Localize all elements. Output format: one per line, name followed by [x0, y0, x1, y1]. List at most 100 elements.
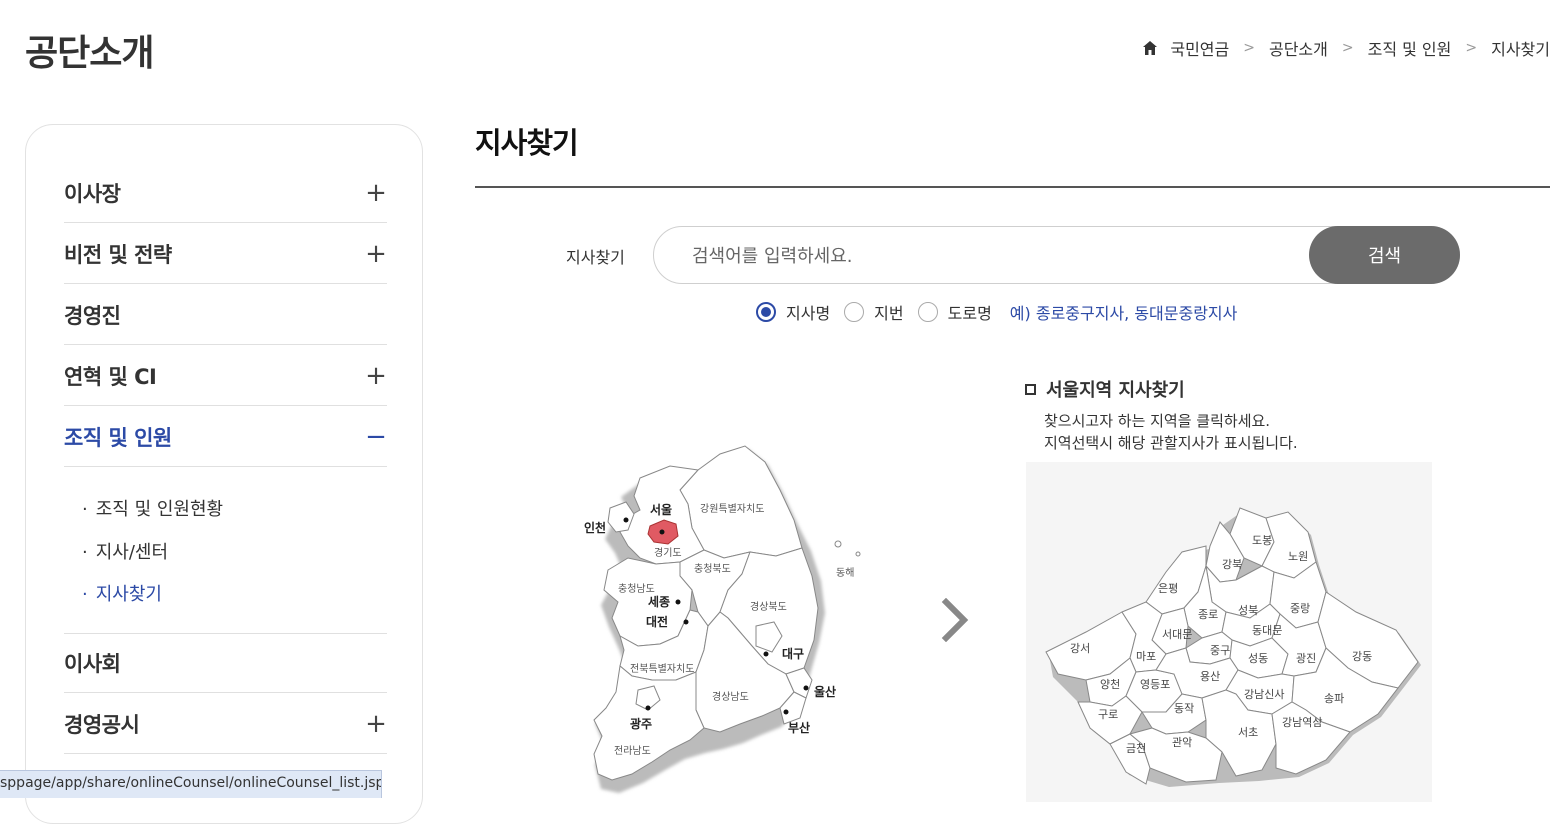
seoul-label-jung: 중구: [1210, 644, 1230, 657]
sidebar-item-disclosure[interactable]: 경영공시 +: [64, 694, 387, 754]
map-label-gyeongnam: 경상남도: [712, 690, 749, 703]
sidebar-item-label: 이사회: [64, 652, 121, 676]
square-bullet-icon: [1025, 383, 1036, 395]
search-input[interactable]: [690, 227, 1294, 285]
breadcrumb-item-home[interactable]: 국민연금: [1170, 36, 1229, 60]
search-button[interactable]: 검색: [1309, 226, 1460, 284]
sidebar-item-label: 경영공시: [64, 712, 140, 737]
breadcrumb-item-organization[interactable]: 조직 및 인원: [1368, 36, 1452, 60]
sidebar-item-label: 비전 및 전략: [64, 242, 172, 267]
sidebar-item-organization[interactable]: 조직 및 인원 −: [64, 407, 387, 467]
seoul-label-gangnamyeok: 강남역삼: [1282, 716, 1322, 729]
seoul-label-geumcheon: 금천: [1126, 741, 1146, 755]
map-label-chungnam: 충청남도: [618, 583, 655, 595]
bullet-icon: ·: [82, 499, 88, 520]
radio-lot-number[interactable]: 지번: [844, 300, 904, 324]
sidebar-subitem-label: 조직 및 인원현황: [95, 499, 224, 520]
map-label-gwangju: 광주: [630, 716, 652, 731]
search-box: 검색: [653, 226, 1460, 285]
seoul-desc-line: 찾으시고자 하는 지역을 클릭하세요.: [1044, 412, 1271, 430]
sidebar-item-label: 조직 및 인원: [64, 425, 172, 450]
seoul-label-dobong: 도봉: [1252, 534, 1272, 547]
radio-label: 지번: [874, 304, 904, 323]
seoul-label-mapo: 마포: [1136, 650, 1156, 663]
sidebar-subitem-branch[interactable]: · 지사/센터: [82, 538, 168, 564]
minus-icon[interactable]: −: [365, 424, 387, 450]
seoul-label-guro: 구로: [1098, 708, 1118, 721]
map-label-donghae: 동해: [836, 566, 854, 579]
radio-label: 지사명: [786, 304, 831, 323]
seoul-label-jongno: 종로: [1198, 608, 1218, 621]
seoul-label-gwanak: 관악: [1172, 736, 1192, 749]
radio-branch-name[interactable]: 지사명: [756, 300, 830, 324]
seoul-map-panel: 도봉 노원 강북 은평 성북 종로 중랑 서대문 동대문 강서 마포 중구 성동…: [1026, 462, 1432, 802]
bullet-icon: ·: [82, 542, 88, 563]
map-label-busan: 부산: [788, 720, 810, 735]
plus-icon[interactable]: +: [365, 180, 387, 206]
seoul-label-jungnang: 중랑: [1290, 602, 1310, 615]
sidebar-item-vision[interactable]: 비전 및 전략 +: [64, 224, 387, 284]
bullet-icon: ·: [82, 584, 88, 605]
plus-icon[interactable]: +: [365, 363, 387, 389]
seoul-description: 찾으시고자 하는 지역을 클릭하세요. 지역선택시 해당 관할지사가 표시됩니다…: [1044, 410, 1298, 454]
page-title: 공단소개: [25, 33, 154, 74]
seoul-label-yangcheon: 양천: [1100, 677, 1120, 691]
seoul-desc-line: 지역선택시 해당 관할지사가 표시됩니다.: [1044, 434, 1298, 452]
map-label-jeonnam: 전라남도: [614, 745, 651, 757]
seoul-label-seongdong: 성동: [1248, 652, 1268, 665]
map-label-daejeon: 대전: [646, 614, 668, 629]
seoul-label-yeongdeungpo: 영등포: [1140, 678, 1170, 691]
sidebar-item-label: 이사장: [64, 181, 121, 206]
seoul-label-songpa: 송파: [1324, 692, 1344, 705]
seoul-label-gangnam: 강남신사: [1244, 688, 1284, 701]
radio-circle-icon: [917, 302, 938, 322]
sidebar-subitem-find-branch[interactable]: · 지사찾기: [82, 580, 162, 606]
seoul-label-seodaemun: 서대문: [1162, 628, 1192, 641]
sidebar-subitem-label: 지사/센터: [95, 542, 169, 563]
breadcrumb-item-current: 지사찾기: [1491, 40, 1550, 59]
sidebar-subitem-status[interactable]: · 조직 및 인원현황: [82, 495, 223, 521]
seoul-label-eunpyeong: 은평: [1158, 582, 1178, 595]
breadcrumb-separator-icon: >: [1341, 40, 1354, 56]
map-label-incheon: 인천: [584, 520, 606, 535]
browser-status-url: sppage/app/share/onlineCounsel/onlineCou…: [0, 770, 382, 798]
seoul-label-gangdong: 강동: [1352, 650, 1372, 663]
seoul-label-seongbuk: 성북: [1238, 604, 1258, 617]
map-label-sejong: 세종: [648, 594, 670, 609]
map-label-daegu: 대구: [782, 647, 804, 661]
sidebar-subitem-label: 지사찾기: [95, 584, 162, 605]
plus-icon[interactable]: +: [365, 711, 387, 737]
radio-road-name[interactable]: 도로명: [917, 300, 992, 324]
map-label-seoul: 서울: [650, 502, 672, 517]
seoul-label-yongsan: 용산: [1200, 670, 1220, 683]
korea-map: 강원특별자치도 경기도 충청북도 충청남도 경상북도 전북특별자치도 경상남도 …: [584, 445, 861, 790]
home-icon[interactable]: [1142, 40, 1158, 56]
map-label-gyeongbuk: 경상북도: [750, 600, 787, 613]
seoul-label-nowon: 노원: [1288, 550, 1308, 563]
search-type-radios: 지사명 지번 도로명 예) 종로중구지사, 동대문중랑지사: [756, 300, 1237, 324]
sidebar-item-label: 경영진: [64, 303, 121, 328]
seoul-label-dongdaemun: 동대문: [1252, 624, 1282, 637]
breadcrumb: 국민연금 > 공단소개 > 조직 및 인원 > 지사찾기: [1142, 36, 1550, 60]
radio-circle-icon: [756, 302, 776, 322]
sidebar-item-chairman[interactable]: 이사장 +: [64, 163, 387, 223]
seoul-label-gangbuk: 강북: [1222, 558, 1242, 571]
seoul-label-gwangjin: 광진: [1296, 652, 1316, 665]
sidebar-item-board[interactable]: 이사회: [64, 633, 387, 693]
plus-icon[interactable]: +: [365, 241, 387, 267]
breadcrumb-item-about[interactable]: 공단소개: [1269, 36, 1328, 60]
content-title: 지사찾기: [475, 126, 579, 160]
sidebar-item-history[interactable]: 연혁 및 CI +: [64, 346, 387, 406]
chevron-right-icon: [941, 598, 969, 642]
map-label-chungbuk: 충청북도: [694, 563, 731, 575]
seoul-label-seocho: 서초: [1238, 726, 1258, 739]
search-example-text: 예) 종로중구지사, 동대문중랑지사: [1009, 304, 1238, 323]
sidebar-item-label: 연혁 및 CI: [64, 364, 157, 389]
breadcrumb-separator-icon: >: [1465, 40, 1478, 56]
map-label-gyeonggi: 경기도: [654, 546, 682, 559]
sidebar-item-executives[interactable]: 경영진: [64, 285, 387, 345]
radio-label: 도로명: [947, 304, 992, 323]
map-label-ulsan: 울산: [814, 684, 836, 699]
map-label-gangwon: 강원특별자치도: [700, 503, 764, 515]
seoul-title-text: 서울지역 지사찾기: [1046, 380, 1185, 401]
